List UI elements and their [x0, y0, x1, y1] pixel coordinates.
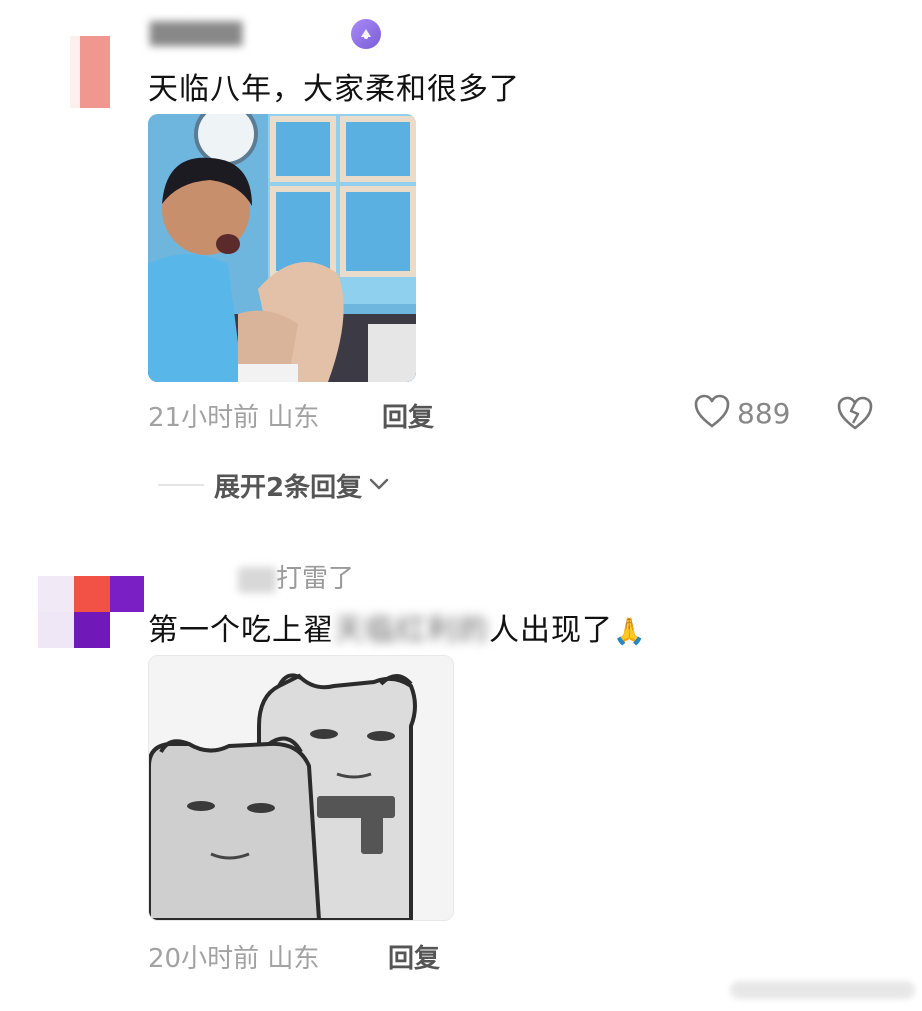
crying-boy-sticker[interactable] — [148, 114, 416, 382]
dislike-button[interactable] — [836, 395, 874, 435]
chevron-down-icon — [368, 476, 390, 495]
comment-text: 第一个吃上翟天临红利的人出现了🙏 — [148, 613, 647, 648]
username[interactable]: 打雷了 — [238, 558, 354, 595]
comment-time: 21小时前 山东 — [148, 403, 320, 433]
avatar[interactable] — [70, 36, 110, 108]
praying-hands-icon: 🙏 — [613, 617, 647, 647]
reply-button[interactable]: 回复 — [388, 938, 440, 975]
expand-replies-label: 展开2条回复 — [214, 473, 363, 503]
avatar[interactable] — [38, 576, 144, 648]
comment-text: 天临八年，大家柔和很多了 — [148, 72, 520, 107]
username[interactable]: ▇▇▇▇▇ — [150, 18, 242, 46]
divider — [158, 484, 204, 486]
watermark — [730, 975, 915, 1005]
bear-cat-sticker[interactable] — [148, 655, 454, 921]
broken-heart-icon — [836, 396, 874, 435]
heart-icon — [693, 393, 731, 433]
like-count: 889 — [737, 396, 791, 430]
comment-location: 山东 — [267, 403, 320, 433]
comment-location: 山东 — [267, 944, 320, 974]
reply-button[interactable]: 回复 — [382, 397, 434, 434]
like-button[interactable]: 889 — [693, 393, 790, 433]
level-badge-icon — [351, 19, 381, 49]
expand-replies-button[interactable]: 展开2条回复 — [214, 467, 390, 504]
comment-time: 20小时前 山东 — [148, 944, 320, 974]
